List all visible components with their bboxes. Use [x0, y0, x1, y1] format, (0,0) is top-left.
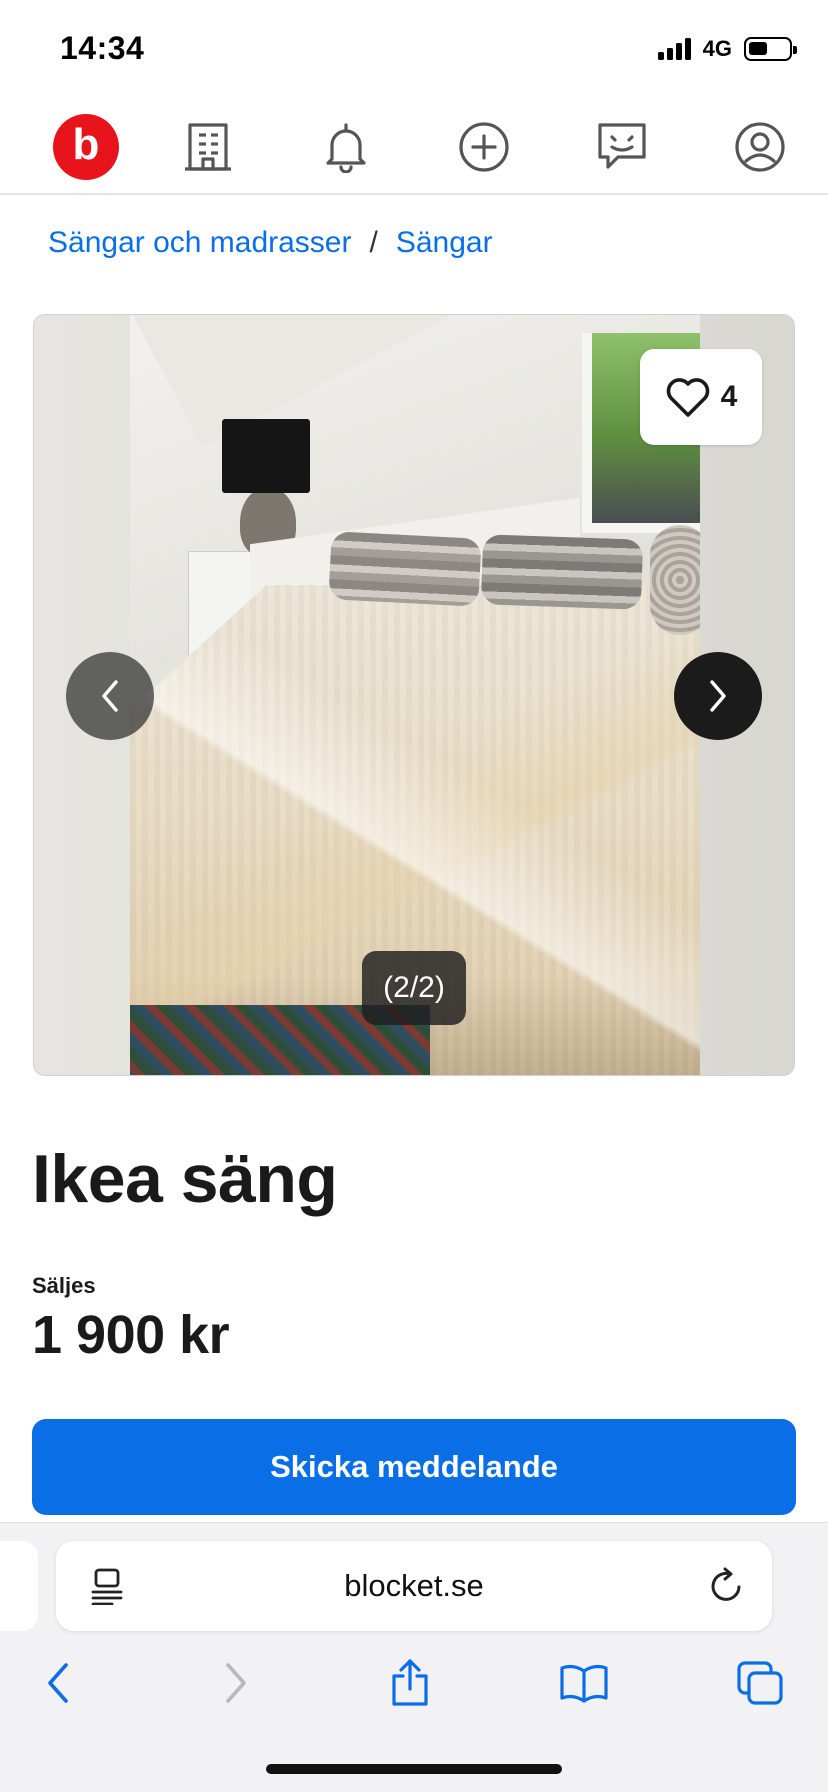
status-bar: 14:34 4G [0, 0, 828, 100]
home-indicator [266, 1764, 562, 1774]
profile-icon[interactable] [727, 114, 793, 180]
business-icon[interactable] [175, 114, 241, 180]
next-image-button[interactable] [674, 652, 762, 740]
share-button[interactable] [380, 1653, 440, 1713]
tabs-icon [737, 1661, 783, 1705]
battery-icon [744, 37, 797, 61]
send-message-button[interactable]: Skicka meddelande [32, 1419, 796, 1515]
previous-image-button[interactable] [66, 652, 154, 740]
tabs-button[interactable] [730, 1653, 790, 1713]
logo-letter: b [72, 120, 100, 169]
address-bar[interactable]: blocket.se [56, 1541, 772, 1631]
signal-icon [657, 38, 691, 60]
breadcrumb: Sängar och madrasser / Sängar [48, 226, 493, 260]
share-icon [392, 1659, 428, 1706]
breadcrumb-subcategory[interactable]: Sängar [396, 226, 493, 260]
status-indicators: 4G [657, 36, 797, 62]
network-type: 4G [702, 36, 732, 61]
previous-tab-peek[interactable] [0, 1541, 38, 1631]
forward-chevron-icon [226, 1663, 246, 1703]
listing-price: 1 900 kr [32, 1305, 230, 1365]
image-gallery[interactable]: 4 (2/2) [33, 314, 795, 1076]
url-text: blocket.se [344, 1568, 484, 1603]
home-logo[interactable]: b [53, 114, 119, 180]
back-button[interactable] [28, 1653, 88, 1713]
heart-icon [666, 378, 709, 417]
book-icon [560, 1664, 608, 1703]
listing-title: Ikea säng [32, 1141, 338, 1217]
breadcrumb-separator: / [369, 226, 378, 259]
bell-icon[interactable] [313, 114, 379, 180]
chevron-left-icon [102, 680, 118, 712]
status-time: 14:34 [60, 30, 145, 66]
breadcrumb-category[interactable]: Sängar och madrasser [48, 226, 352, 260]
favorite-button[interactable]: 4 [640, 349, 762, 445]
chevron-right-icon [710, 680, 726, 712]
bookmarks-button[interactable] [554, 1653, 614, 1713]
favorite-count: 4 [720, 380, 738, 413]
reader-mode-icon[interactable] [90, 1567, 124, 1610]
reload-icon[interactable] [708, 1565, 746, 1610]
back-chevron-icon [48, 1663, 68, 1703]
listing-type-label: Säljes [32, 1273, 96, 1298]
forward-button[interactable] [206, 1653, 266, 1713]
add-icon[interactable] [451, 114, 517, 180]
messages-icon[interactable] [589, 114, 655, 180]
app-nav: b [0, 100, 828, 195]
image-counter: (2/2) [362, 951, 466, 1025]
browser-toolbar: blocket.se [0, 1522, 828, 1792]
